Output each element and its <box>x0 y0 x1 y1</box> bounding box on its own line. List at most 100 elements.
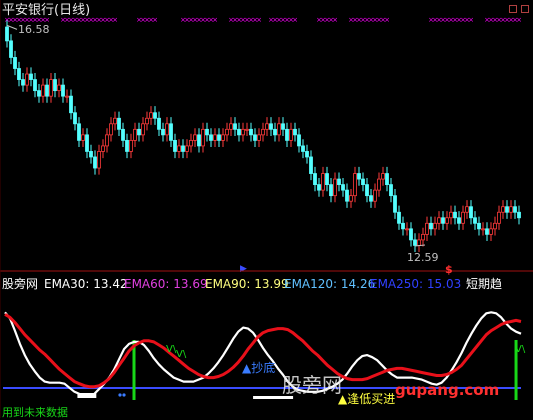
candle <box>9 40 13 58</box>
candle <box>109 123 113 136</box>
candle <box>113 117 117 125</box>
candle <box>309 156 313 174</box>
candle <box>37 90 41 97</box>
candle <box>313 173 317 186</box>
ema60-value: EMA60: 13.69 <box>124 277 208 291</box>
candle <box>325 173 329 186</box>
tag-v-left: V\ <box>166 344 177 355</box>
candle <box>269 123 273 130</box>
candle <box>361 178 365 186</box>
x-marker: × <box>256 16 262 24</box>
candle <box>17 68 21 80</box>
candle <box>345 189 349 202</box>
candle <box>329 184 333 197</box>
candle <box>105 134 109 147</box>
blue-dot <box>122 393 126 397</box>
candle <box>181 145 185 152</box>
blue-dot <box>118 393 122 397</box>
candle <box>445 217 449 224</box>
candle <box>461 211 465 224</box>
candle <box>45 84 49 97</box>
candle <box>405 228 409 231</box>
candle <box>373 189 377 202</box>
dollar-marker: $ <box>445 263 453 276</box>
candle <box>517 211 521 219</box>
candle <box>117 117 121 130</box>
candle <box>413 239 417 246</box>
x-marker: × <box>212 16 218 24</box>
candle <box>225 128 229 136</box>
candle <box>217 134 221 141</box>
candle <box>353 173 357 197</box>
candle <box>409 228 413 241</box>
candle <box>421 233 425 241</box>
ema90-value: EMA90: 13.99 <box>205 277 289 291</box>
candle <box>137 128 141 136</box>
candle <box>229 123 233 130</box>
candle <box>61 84 65 97</box>
candle <box>425 222 429 235</box>
candle <box>241 128 245 136</box>
candle <box>481 228 485 231</box>
candle <box>193 134 197 141</box>
candle <box>93 156 97 169</box>
candle <box>293 128 297 136</box>
candle <box>385 173 389 186</box>
candle <box>417 239 421 246</box>
candle <box>213 134 217 141</box>
candle <box>513 206 517 213</box>
candle <box>253 134 257 141</box>
candle <box>333 178 337 197</box>
candle <box>457 217 461 224</box>
candle <box>265 123 269 130</box>
candle <box>233 123 237 130</box>
candle <box>277 123 281 136</box>
candle <box>65 95 69 98</box>
candle <box>209 134 213 141</box>
candle <box>453 211 457 219</box>
indicator-name: 股旁网 <box>2 277 39 291</box>
candle <box>465 206 469 213</box>
chart-title: 平安银行(日线) <box>2 3 91 18</box>
candle <box>53 79 57 92</box>
candle <box>289 128 293 141</box>
candle <box>221 134 225 141</box>
candle <box>473 217 477 224</box>
candle <box>69 95 73 114</box>
candle <box>285 128 289 141</box>
candle <box>121 128 125 141</box>
candle <box>157 117 161 130</box>
candle <box>125 139 129 152</box>
candle <box>205 128 209 136</box>
candle <box>493 222 497 230</box>
candle <box>401 222 405 230</box>
tag-v-top: V\ <box>176 349 187 360</box>
candle <box>377 178 381 191</box>
candle <box>77 123 81 141</box>
ema250-value: EMA250: 15.03 <box>370 277 462 291</box>
candle <box>381 173 385 180</box>
candle <box>85 134 89 152</box>
candle <box>349 195 353 202</box>
candle <box>297 134 301 147</box>
candle <box>169 123 173 141</box>
candle <box>449 211 453 219</box>
candle <box>389 184 393 197</box>
candle <box>281 123 285 130</box>
x-marker: × <box>152 16 158 24</box>
candlestick-series <box>5 20 521 253</box>
candle <box>505 206 509 213</box>
candle <box>393 195 397 213</box>
candle <box>237 128 241 136</box>
ema30-value: EMA30: 13.42 <box>44 277 128 291</box>
candle <box>261 128 265 136</box>
x-marker: × <box>112 16 118 24</box>
price-low-label: 12.59 <box>407 251 439 264</box>
tag-v-right: V\ <box>515 344 526 355</box>
candle <box>57 84 61 92</box>
close-button[interactable] <box>521 5 529 13</box>
candle <box>321 173 325 191</box>
short-trend-label: 短期趋 <box>466 277 503 291</box>
restore-button[interactable] <box>509 5 517 13</box>
candle <box>201 128 205 147</box>
